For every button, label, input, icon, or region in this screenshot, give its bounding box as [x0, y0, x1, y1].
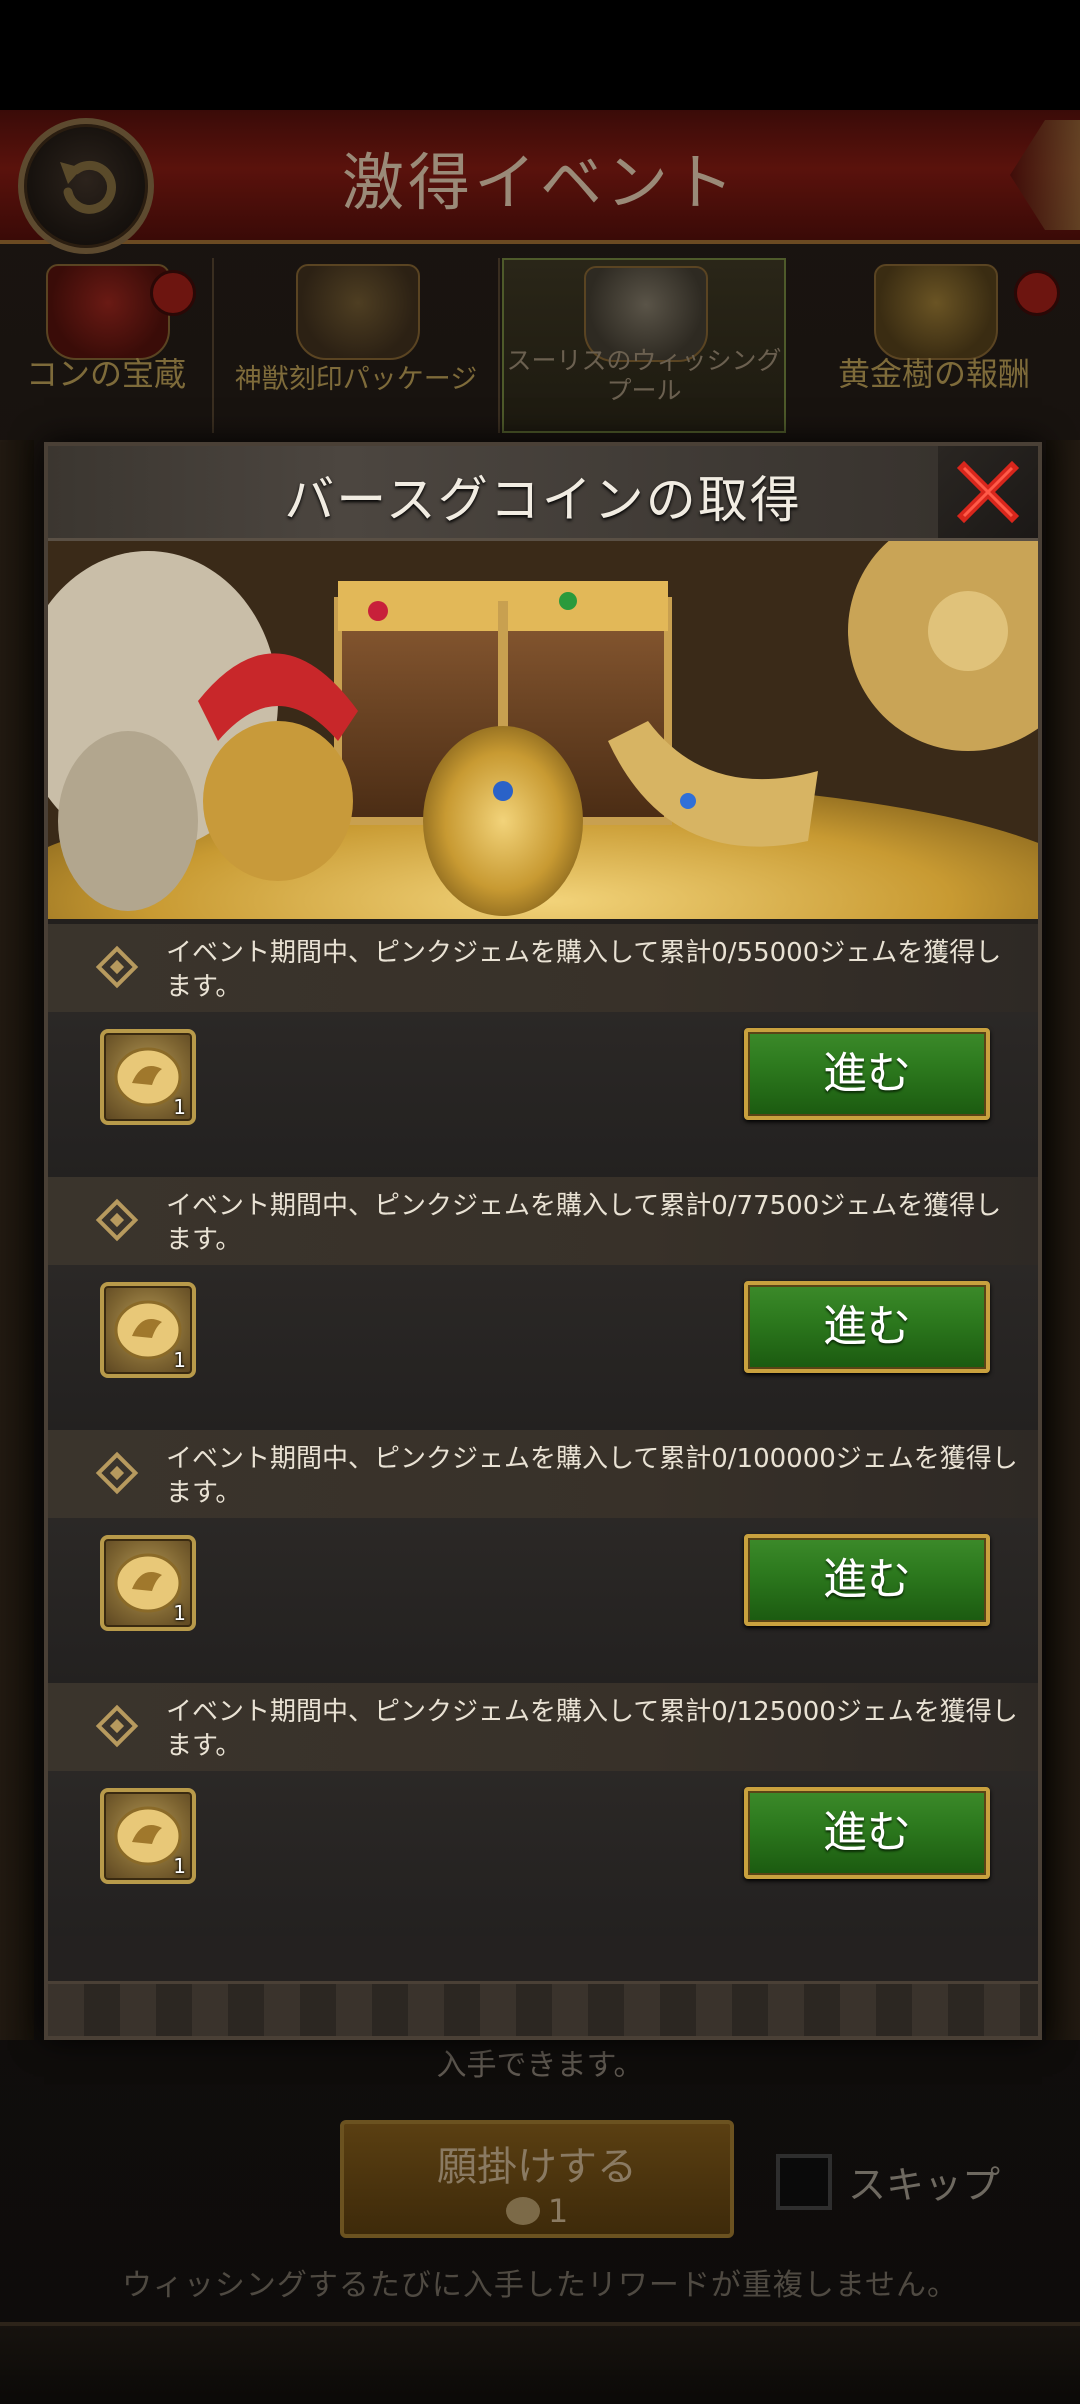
close-x-icon: [956, 460, 1020, 524]
frame-left: [0, 440, 34, 2040]
tab-dragon-treasure[interactable]: コンの宝蔵: [0, 258, 214, 433]
bottom-bar: [0, 2322, 1080, 2404]
task-item: イベント期間中、ピンクジェムを購入して累計0/77500ジェムを獲得します。 1…: [48, 1177, 1038, 1430]
task-item: イベント期間中、ピンクジェムを購入して累計0/100000ジェムを獲得します。 …: [48, 1430, 1038, 1683]
back-button[interactable]: [18, 118, 154, 254]
task-header: イベント期間中、ピンクジェムを購入して累計0/100000ジェムを獲得します。: [48, 1430, 1038, 1518]
coin-acquire-dialog: バースグコインの取得 イベント期間中、ピンクジェムを購入して累計0/55000ジ…: [44, 442, 1042, 2040]
event-header: 激得イベント: [0, 110, 1080, 244]
hint-text: 入手できます。: [436, 2048, 644, 2083]
tab-golden-tree-reward[interactable]: 黄金樹の報酬: [788, 258, 1080, 433]
wish-button-label: 願掛けする: [437, 2144, 637, 2190]
close-button[interactable]: [938, 446, 1038, 538]
task-header: イベント期間中、ピンクジェムを購入して累計0/55000ジェムを獲得します。: [48, 924, 1038, 1012]
tab-beast-seal-package[interactable]: 神獣刻印パッケージ: [214, 258, 500, 433]
task-item: イベント期間中、ピンクジェムを購入して累計0/55000ジェムを獲得します。 1…: [48, 924, 1038, 1177]
task-list[interactable]: イベント期間中、ピンクジェムを購入して累計0/55000ジェムを獲得します。 1…: [48, 924, 1038, 1984]
chest-icon: [296, 264, 420, 360]
back-arrow-icon: [60, 160, 116, 214]
task-item: イベント期間中、ピンクジェムを購入して累計0/125000ジェムを獲得します。 …: [48, 1683, 1038, 1936]
go-button[interactable]: 進む: [744, 1281, 990, 1373]
tab-label: 黄金樹の報酬: [837, 355, 1030, 393]
go-button[interactable]: 進む: [744, 1787, 990, 1879]
task-description: イベント期間中、ピンクジェムを購入して累計0/55000ジェムを獲得します。: [166, 938, 1002, 1002]
diamond-icon: [95, 1198, 139, 1242]
task-description: イベント期間中、ピンクジェムを購入して累計0/125000ジェムを獲得します。: [166, 1697, 1018, 1761]
task-body: 1 進む: [48, 1265, 1038, 1430]
reward-count: 1: [173, 1348, 186, 1372]
tab-wishing-pool[interactable]: スーリスのウィッシングプール: [502, 258, 786, 433]
reward-count: 1: [173, 1095, 186, 1119]
dialog-header: バースグコインの取得: [48, 446, 1038, 541]
task-description: イベント期間中、ピンクジェムを購入して累計0/77500ジェムを獲得します。: [166, 1191, 1002, 1255]
skip-label: スキップ: [848, 2163, 1001, 2207]
task-body: 1 進む: [48, 1518, 1038, 1683]
wish-button[interactable]: 願掛けする 1: [340, 2120, 734, 2238]
wish-cost: 1: [344, 2192, 730, 2230]
notification-badge: [150, 270, 196, 316]
task-body: 1 進む: [48, 1771, 1038, 1936]
tab-label: コンの宝蔵: [25, 355, 186, 393]
reward-item[interactable]: 1: [100, 1029, 196, 1125]
dragon-icon: [46, 264, 170, 360]
treasure-illustration: [48, 541, 1038, 919]
tab-label: スーリスのウィッシングプール: [506, 346, 782, 405]
treasure-banner-image: [48, 541, 1038, 919]
task-description: イベント期間中、ピンクジェムを購入して累計0/100000ジェムを獲得します。: [166, 1444, 1018, 1508]
golden-tree-icon: [874, 264, 998, 360]
wish-cost-value: 1: [547, 2192, 569, 2230]
task-header: イベント期間中、ピンクジェムを購入して累計0/125000ジェムを獲得します。: [48, 1683, 1038, 1771]
frame-right: [1046, 440, 1080, 2040]
task-header: イベント期間中、ピンクジェムを購入して累計0/77500ジェムを獲得します。: [48, 1177, 1038, 1265]
event-tabs: コンの宝蔵 神獣刻印パッケージ スーリスのウィッシングプール 黄金樹の報酬: [0, 258, 1080, 438]
notification-badge: [1014, 270, 1060, 316]
tab-label: 神獣刻印パッケージ: [234, 364, 478, 395]
reward-item[interactable]: 1: [100, 1282, 196, 1378]
dialog-title: バースグコインの取得: [284, 471, 802, 529]
task-body: 1 進む: [48, 1012, 1038, 1177]
reward-item[interactable]: 1: [100, 1788, 196, 1884]
reward-item[interactable]: 1: [100, 1535, 196, 1631]
dialog-footer-ornament: [48, 1981, 1038, 2036]
skip-checkbox[interactable]: [776, 2154, 832, 2210]
reward-count: 1: [173, 1854, 186, 1878]
diamond-icon: [95, 1451, 139, 1495]
coin-icon: [505, 2197, 540, 2225]
go-button[interactable]: 進む: [744, 1534, 990, 1626]
bottom-note: ウィッシングするたびに入手したリワードが重複しません。: [121, 2268, 959, 2303]
diamond-icon: [95, 945, 139, 989]
page-title: 激得イベント: [341, 146, 738, 219]
reward-count: 1: [173, 1601, 186, 1625]
diamond-icon: [95, 1704, 139, 1748]
go-button[interactable]: 進む: [744, 1028, 990, 1120]
